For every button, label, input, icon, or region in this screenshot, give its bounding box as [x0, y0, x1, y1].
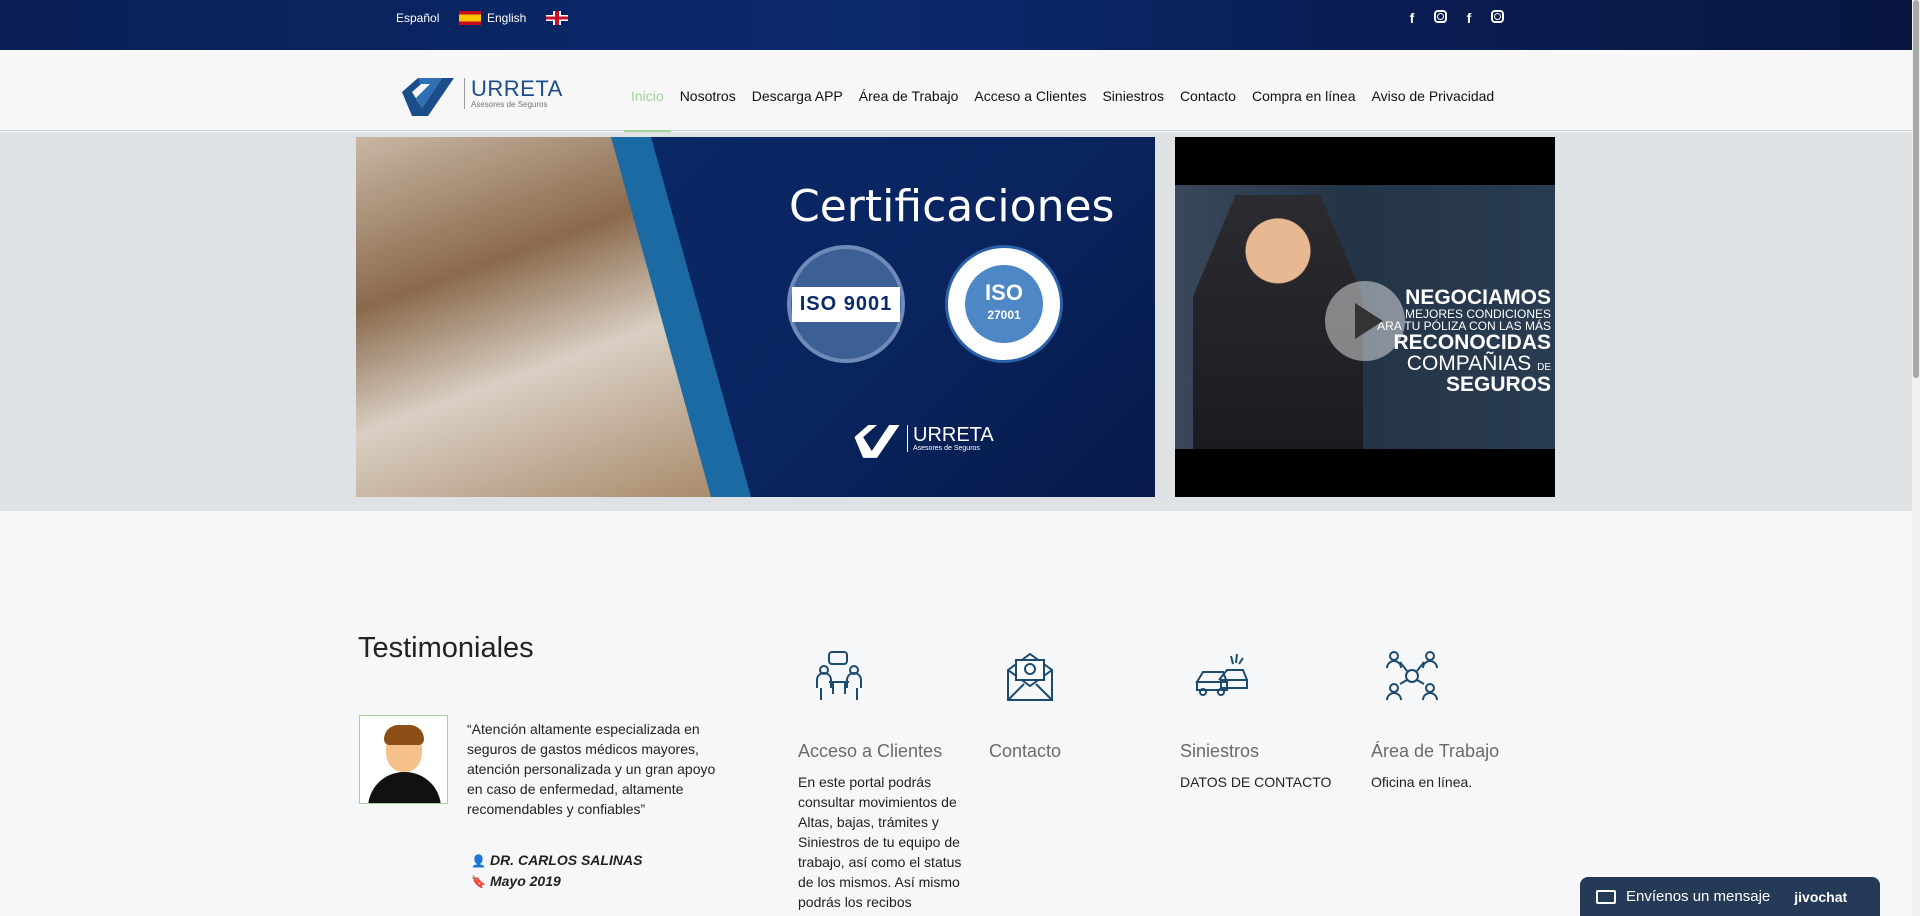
language-label: English	[487, 11, 527, 25]
testimonial-date: Mayo 2019	[489, 873, 561, 889]
play-icon[interactable]	[1325, 281, 1405, 361]
feature-siniestros[interactable]: Siniestros DATOS DE CONTACTO	[1180, 648, 1350, 792]
instagram-icon[interactable]	[1491, 10, 1504, 23]
page-scrollbar[interactable]	[1912, 0, 1920, 916]
feature-title: Acceso a Clientes	[798, 741, 943, 761]
iso-27001-seal: ISO 27001	[945, 245, 1063, 363]
envelope-icon	[1596, 889, 1616, 904]
main-menu: Inicio Nosotros Descarga APP Área de Tra…	[631, 88, 1494, 104]
menu-item-acceso-a-clientes[interactable]: Acceso a Clientes	[974, 88, 1086, 104]
flag-uk-icon	[546, 11, 569, 25]
language-espanol-link[interactable]: Español	[396, 11, 482, 25]
logo-name: URRETA	[471, 75, 563, 101]
certifications-banner[interactable]: Certificaciones ISO 9001 ISO 27001 URRET…	[356, 137, 1155, 497]
feature-title: Contacto	[989, 741, 1062, 761]
feature-title: Siniestros	[1180, 741, 1260, 761]
promo-video[interactable]: NEGOCIAMOS MEJORES CONDICIONES ARA TU PÓ…	[1175, 137, 1555, 497]
chat-label: Envíenos un mensaje	[1626, 888, 1771, 905]
logo-tagline: Asesores de Seguros	[471, 99, 548, 109]
flag-es-icon	[459, 11, 482, 25]
urreta-logo-icon	[851, 417, 903, 459]
site-logo[interactable]: URRETA Asesores de Seguros	[398, 70, 563, 116]
menu-item-area-de-trabajo[interactable]: Área de Trabajo	[859, 88, 959, 104]
menu-item-compra-en-linea[interactable]: Compra en línea	[1252, 88, 1356, 104]
bookmark-icon: 🔖	[471, 875, 486, 889]
feature-description: DATOS DE CONTACTO	[1180, 774, 1332, 790]
video-caption-line: DE	[1537, 362, 1551, 373]
banner-logo-tagline: Asesores de Seguros	[913, 444, 980, 452]
video-caption-line: SEGUROS	[1445, 373, 1551, 396]
facebook-icon[interactable]: f	[1461, 10, 1477, 26]
top-bar: Español English f f	[0, 0, 1912, 50]
testimonial-author: 👤 DR. CARLOS SALINAS 🔖 Mayo 2019	[471, 850, 642, 892]
menu-item-inicio[interactable]: Inicio	[631, 88, 664, 104]
testimonial-quote: “Atención altamente especializada en seg…	[467, 721, 716, 817]
clients-meeting-icon	[816, 651, 862, 700]
email-envelope-icon	[1007, 652, 1053, 701]
seal-iso-9001-text: ISO 9001	[791, 286, 901, 322]
avatar	[359, 715, 448, 804]
seal-27001-text: 27001	[987, 308, 1021, 322]
menu-item-descarga-app[interactable]: Descarga APP	[752, 88, 843, 104]
author-name: DR. CARLOS SALINAS	[489, 852, 643, 868]
main-header: URRETA Asesores de Seguros Inicio Nosotr…	[0, 50, 1912, 131]
menu-item-nosotros[interactable]: Nosotros	[680, 88, 736, 104]
menu-item-contacto[interactable]: Contacto	[1180, 88, 1236, 104]
testimonials-title: Testimoniales	[358, 632, 534, 664]
seal-iso-text: ISO	[985, 280, 1023, 305]
feature-acceso-a-clientes[interactable]: Acceso a Clientes En este portal podrás …	[798, 648, 968, 912]
car-accident-icon	[1195, 653, 1248, 696]
social-links: f f	[1404, 10, 1504, 26]
feature-contacto[interactable]: Contacto	[989, 648, 1159, 772]
feature-area-de-trabajo[interactable]: Área de Trabajo Oficina en línea.	[1371, 648, 1541, 792]
feature-description: En este portal podrás consultar movimien…	[798, 774, 962, 910]
banner-logo-name: URRETA	[913, 423, 994, 446]
team-network-icon	[1386, 651, 1438, 701]
language-english-link[interactable]: English	[487, 11, 569, 25]
menu-item-siniestros[interactable]: Siniestros	[1102, 88, 1163, 104]
facebook-icon[interactable]: f	[1404, 10, 1420, 26]
chat-widget[interactable]: Envíenos un mensaje jivochat	[1580, 877, 1880, 916]
chat-brand: jivochat	[1794, 888, 1848, 905]
menu-item-aviso-de-privacidad[interactable]: Aviso de Privacidad	[1372, 88, 1495, 104]
feature-title: Área de Trabajo	[1371, 741, 1500, 761]
instagram-icon[interactable]	[1434, 10, 1447, 23]
urreta-logo-icon	[398, 70, 458, 116]
banner-logo: URRETA Asesores de Seguros	[851, 417, 994, 459]
feature-description: Oficina en línea.	[1371, 774, 1473, 790]
banner-title: Certificaciones	[789, 181, 1115, 232]
iso-9001-seal: ISO 9001	[787, 245, 905, 363]
user-icon: 👤	[471, 854, 486, 868]
scrollbar-thumb[interactable]	[1913, 0, 1919, 378]
language-label: Español	[396, 11, 440, 25]
video-thumbnail: NEGOCIAMOS MEJORES CONDICIONES ARA TU PÓ…	[1175, 185, 1555, 449]
video-caption-line: COMPAÑIAS	[1406, 352, 1532, 375]
